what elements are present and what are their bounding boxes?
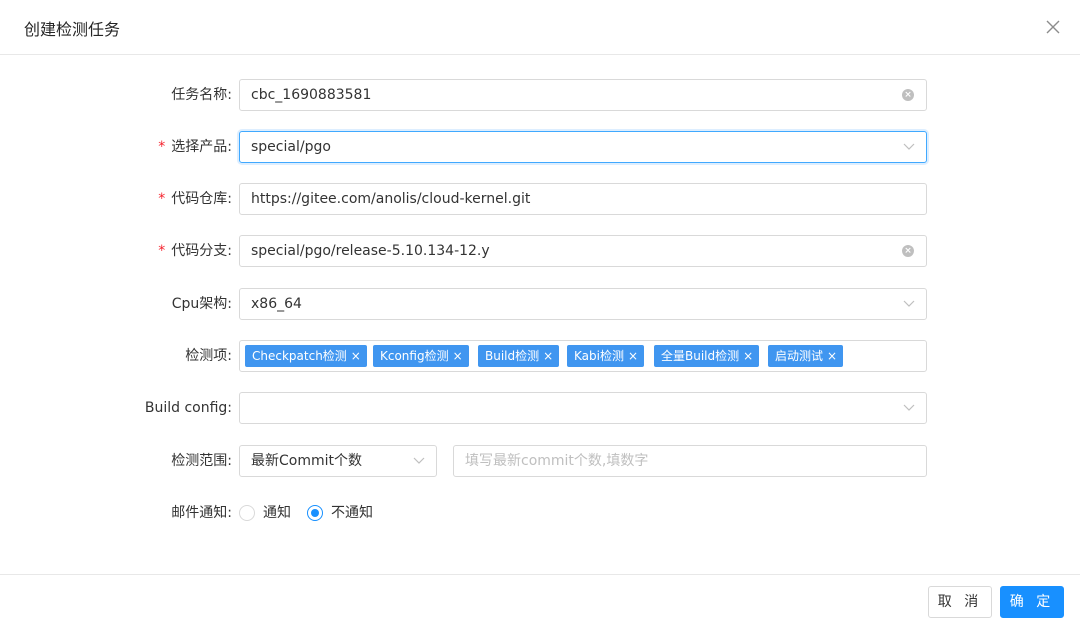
cancel-button[interactable]: 取 消: [928, 586, 992, 618]
required-mark: *: [158, 139, 166, 155]
product-label: * 选择产品:: [158, 139, 232, 155]
email-label: 邮件通知:: [171, 505, 232, 521]
radio-notify-label[interactable]: 通知: [263, 497, 291, 529]
tag-close-icon[interactable]: ×: [543, 349, 553, 363]
commit-count-input[interactable]: 填写最新commit个数,填数字: [453, 445, 927, 477]
required-mark: *: [158, 243, 166, 259]
tag-close-icon[interactable]: ×: [628, 349, 638, 363]
tag-checkpatch: Checkpatch检测 ×: [245, 345, 367, 367]
form-row-email: 邮件通知: 通知 不通知: [0, 497, 1080, 529]
task-name-value: cbc_1690883581: [251, 87, 372, 103]
form-row-cpu-arch: Cpu架构: x86_64: [0, 288, 1080, 320]
product-value: special/pgo: [251, 139, 331, 155]
tag-kconfig: Kconfig检测 ×: [373, 345, 469, 367]
form-row-branch: * 代码分支: special/pgo/release-5.10.134-12.y…: [0, 235, 1080, 267]
repo-value: https://gitee.com/anolis/cloud-kernel.gi…: [251, 191, 531, 207]
dialog-header: 创建检测任务: [0, 0, 1080, 55]
form-row-repo: * 代码仓库: https://gitee.com/anolis/cloud-ke…: [0, 183, 1080, 215]
chevron-down-icon: [903, 404, 915, 411]
chevron-down-icon: [413, 457, 425, 464]
cpu-arch-select[interactable]: x86_64: [239, 288, 927, 320]
radio-no-notify[interactable]: [307, 505, 323, 521]
tag-build: Build检测 ×: [478, 345, 560, 367]
tag-close-icon[interactable]: ×: [743, 349, 753, 363]
scope-select-value: 最新Commit个数: [251, 453, 362, 469]
tag-boot-test: 启动测试 ×: [768, 345, 844, 367]
clear-icon[interactable]: ×: [902, 89, 914, 101]
confirm-button[interactable]: 确 定: [1000, 586, 1064, 618]
branch-input[interactable]: special/pgo/release-5.10.134-12.y ×: [239, 235, 927, 267]
scope-select[interactable]: 最新Commit个数: [239, 445, 437, 477]
dialog-title: 创建检测任务: [24, 20, 121, 39]
tag-full-build: 全量Build检测 ×: [654, 345, 760, 367]
check-items-label: 检测项:: [185, 348, 232, 364]
task-name-input[interactable]: cbc_1690883581 ×: [239, 79, 927, 111]
scope-label: 检测范围:: [171, 453, 232, 469]
create-task-dialog: 创建检测任务 任务名称: cbc_1690883581 × * 选择产品: spe…: [0, 0, 1080, 627]
chevron-down-icon: [903, 143, 915, 150]
cpu-arch-label: Cpu架构:: [171, 296, 232, 312]
tag-close-icon[interactable]: ×: [827, 349, 837, 363]
tag-close-icon[interactable]: ×: [453, 349, 463, 363]
build-config-label: Build config:: [144, 400, 232, 416]
radio-notify[interactable]: [239, 505, 255, 521]
form-row-build-config: Build config:: [0, 392, 1080, 424]
tag-kabi: Kabi检测 ×: [567, 345, 645, 367]
form-row-scope: 检测范围: 最新Commit个数 填写最新commit个数,填数字: [0, 445, 1080, 477]
branch-value: special/pgo/release-5.10.134-12.y: [251, 243, 490, 259]
form-row-product: * 选择产品: special/pgo: [0, 131, 1080, 163]
form-row-task-name: 任务名称: cbc_1690883581 ×: [0, 79, 1080, 111]
commit-count-placeholder: 填写最新commit个数,填数字: [465, 453, 649, 469]
chevron-down-icon: [903, 300, 915, 307]
dialog-footer: 取 消 确 定: [0, 574, 1080, 627]
cpu-arch-value: x86_64: [251, 296, 302, 312]
branch-label: * 代码分支:: [158, 243, 232, 259]
required-mark: *: [158, 191, 166, 207]
close-icon[interactable]: [1043, 17, 1063, 37]
check-items-select[interactable]: Checkpatch检测 × Kconfig检测 × Build检测 × Kabi检测…: [239, 340, 927, 372]
build-config-select[interactable]: [239, 392, 927, 424]
form-row-check-items: 检测项: Checkpatch检测 × Kconfig检测 × Build检测 × K…: [0, 340, 1080, 372]
product-select[interactable]: special/pgo: [239, 131, 927, 163]
tag-close-icon[interactable]: ×: [351, 349, 361, 363]
repo-input[interactable]: https://gitee.com/anolis/cloud-kernel.gi…: [239, 183, 927, 215]
repo-label: * 代码仓库:: [158, 191, 232, 207]
clear-icon[interactable]: ×: [902, 245, 914, 257]
task-name-label: 任务名称:: [171, 87, 232, 103]
radio-no-notify-label[interactable]: 不通知: [331, 497, 373, 529]
